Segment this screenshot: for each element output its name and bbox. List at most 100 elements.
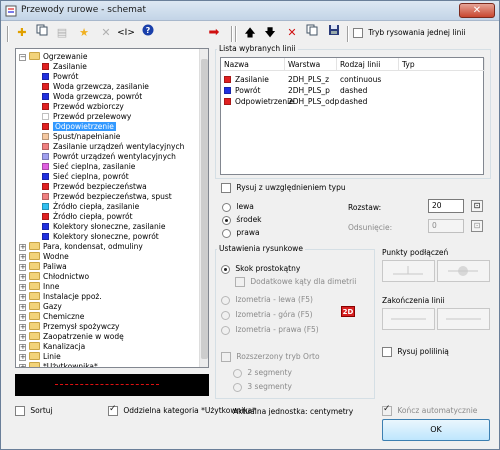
iso-left-option[interactable]: Izometria - lewa (F5) (221, 295, 313, 305)
arrow-right-icon[interactable]: ➡ (205, 24, 223, 42)
text-cursor-icon[interactable]: <I> (117, 24, 135, 42)
separate-category-checkbox[interactable] (108, 404, 118, 416)
row-layer: 2DH_PLS_z (288, 75, 330, 84)
expand-icon[interactable]: + (19, 314, 26, 321)
tree-item-label: Kolektory słoneczne, zasilanie (53, 222, 166, 231)
folder-icon (29, 342, 40, 350)
seg2-option[interactable]: 2 segmenty (233, 368, 292, 378)
expand-icon[interactable]: + (19, 304, 26, 311)
add-angles-checkbox[interactable] (235, 277, 245, 287)
add-icon[interactable]: ✚ (13, 24, 31, 42)
iso-top-option[interactable]: Izometria - góra (F5) (221, 310, 313, 320)
align-left-radio[interactable] (222, 202, 231, 212)
seg3-option[interactable]: 3 segmenty (233, 382, 292, 392)
expand-icon[interactable]: + (19, 364, 26, 367)
color-swatch (42, 113, 49, 120)
delete-icon[interactable]: ✕ (97, 24, 115, 42)
tree-item-label: Odpowietrzenie (53, 122, 116, 131)
tree-item-label: Zasilanie (53, 62, 87, 71)
tree-folder[interactable]: + *Użytkownika* (19, 361, 98, 367)
save-icon[interactable] (325, 24, 343, 42)
right-angle-radio[interactable] (221, 264, 230, 274)
add-angles-option[interactable]: Dodatkowe kąty dla dimetrii (235, 277, 356, 287)
spacing-input[interactable]: 20 (428, 199, 464, 213)
close-button[interactable]: ✕ (459, 3, 495, 18)
seg2-radio[interactable] (233, 368, 242, 378)
pick-offset-icon[interactable]: ⊡ (471, 220, 483, 232)
delete-red-icon[interactable]: ✕ (283, 24, 301, 42)
column-header-name[interactable]: Nazwa (221, 58, 285, 71)
tree-item-label: Chemiczne (43, 312, 85, 321)
align-left-option[interactable]: lewa (222, 202, 254, 212)
tree-item-label: Powrót urządzeń wentylacyjnych (53, 152, 176, 161)
expand-icon[interactable]: + (19, 354, 26, 361)
remove-icon[interactable]: ▤ (53, 24, 71, 42)
pick-spacing-icon[interactable]: ⊡ (471, 200, 483, 212)
single-line-toggle[interactable]: Tryb rysowania jednej linii (353, 28, 465, 38)
column-header-linetype[interactable]: Rodzaj linii (337, 58, 399, 71)
sort-toggle[interactable]: Sortuj (15, 406, 53, 416)
iso-left-radio[interactable] (221, 295, 230, 305)
ortho-checkbox[interactable] (221, 352, 231, 362)
expand-icon[interactable]: + (19, 274, 26, 281)
line-ending-button-1[interactable] (382, 308, 435, 330)
iso-right-radio[interactable] (221, 325, 230, 335)
expand-icon[interactable]: + (19, 344, 26, 351)
align-right-radio[interactable] (222, 228, 231, 238)
ortho-option[interactable]: Rozszerzony tryb Orto (221, 352, 320, 362)
connection-point-button-1[interactable] (382, 260, 435, 282)
auto-end-checkbox[interactable] (382, 404, 392, 416)
tree-item-label: Linie (43, 352, 61, 361)
expand-icon[interactable]: + (19, 244, 26, 251)
polyline-checkbox[interactable] (382, 347, 392, 357)
sort-checkbox[interactable] (15, 406, 25, 416)
polyline-toggle[interactable]: Rysuj polilinią (382, 347, 449, 357)
column-header-type[interactable]: Typ (399, 58, 485, 71)
help-icon[interactable]: ? (139, 24, 157, 42)
iso-right-option[interactable]: Izometria - prawa (F5) (221, 325, 319, 335)
seg3-radio[interactable] (233, 382, 242, 392)
single-line-checkbox[interactable] (353, 28, 363, 38)
tree-item-label: Sieć cieplna, powrót (53, 172, 129, 181)
column-header-layer[interactable]: Warstwa (285, 58, 337, 71)
tree-item-label: Kanalizacja (43, 342, 86, 351)
copy-icon[interactable] (303, 24, 321, 42)
align-right-option[interactable]: prawa (222, 228, 260, 238)
scrollbar-thumb[interactable] (201, 59, 208, 359)
line-endings-title: Zakończenia linii (382, 296, 445, 305)
auto-end-toggle[interactable]: Kończ automatycznie (382, 404, 477, 416)
tree-item-label: Spust/napełnianie (53, 132, 121, 141)
collapse-icon[interactable]: − (19, 54, 26, 61)
connection-point-button-2[interactable] (437, 260, 490, 282)
color-swatch (42, 103, 49, 110)
tree-scrollbar[interactable] (199, 49, 208, 367)
mode-2d-button[interactable]: 2D (341, 306, 355, 317)
right-angle-option[interactable]: Skok prostokątny (221, 264, 300, 274)
category-tree[interactable]: − Ogrzewanie Zasilanie Powrót Woda grzewcza,… (15, 48, 209, 368)
arrow-down-icon[interactable]: 🡇 (261, 24, 279, 42)
expand-icon[interactable]: + (19, 284, 26, 291)
expand-icon[interactable]: + (19, 324, 26, 331)
iso-top-radio[interactable] (221, 310, 230, 320)
color-swatch (42, 123, 49, 130)
star-icon[interactable]: ★ (75, 24, 93, 42)
consider-type-toggle[interactable]: Rysuj z uwzględnieniem typu (221, 183, 346, 193)
color-swatch (42, 143, 49, 150)
line-ending-button-2[interactable] (437, 308, 490, 330)
row-name: Powrót (235, 86, 261, 95)
expand-icon[interactable]: + (19, 264, 26, 271)
selected-lines-list[interactable]: Nazwa Warstwa Rodzaj linii Typ Zasilanie… (220, 57, 485, 175)
offset-input[interactable]: 0 (428, 219, 464, 233)
copy-icon[interactable] (33, 24, 51, 42)
folder-icon (29, 322, 40, 330)
expand-icon[interactable]: + (19, 294, 26, 301)
color-swatch (42, 193, 49, 200)
arrow-up-icon[interactable]: 🡅 (241, 24, 259, 42)
ok-button[interactable]: OK (382, 419, 490, 441)
expand-icon[interactable]: + (19, 334, 26, 341)
expand-icon[interactable]: + (19, 254, 26, 261)
align-center-radio[interactable] (222, 215, 231, 225)
align-center-option[interactable]: środek (222, 215, 262, 225)
consider-type-checkbox[interactable] (221, 183, 231, 193)
folder-icon (29, 252, 40, 260)
